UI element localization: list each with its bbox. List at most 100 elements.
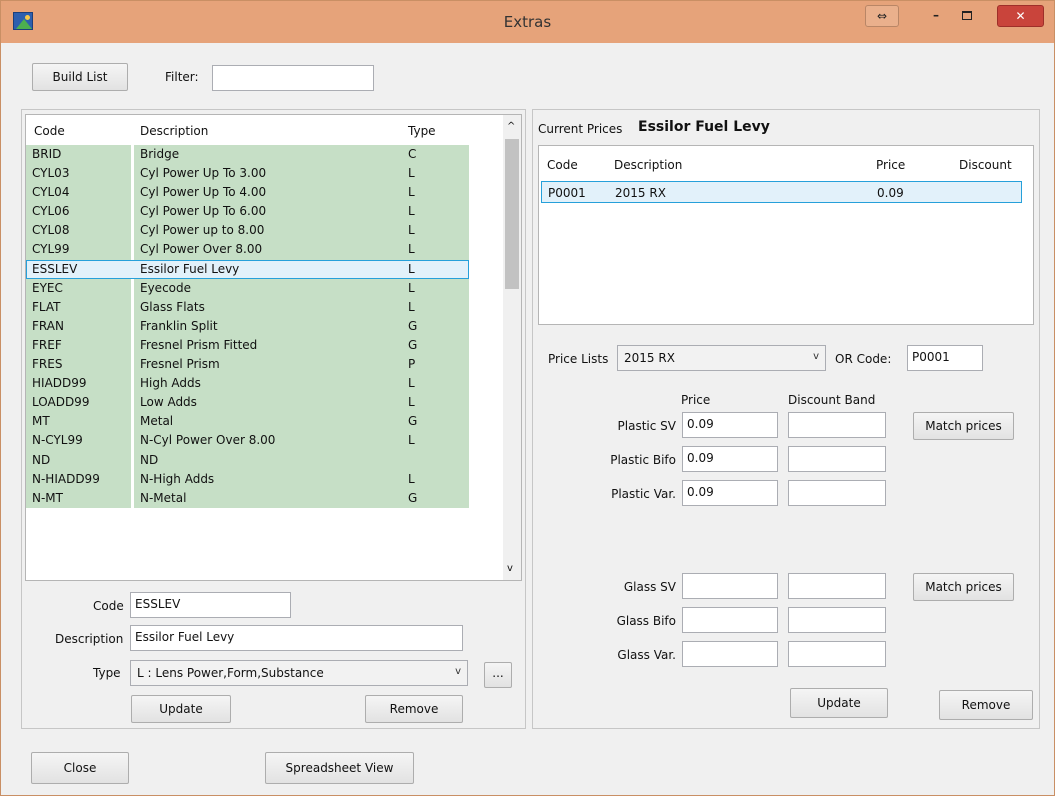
list-cell-description: Cyl Power Up To 6.00 [140,204,267,219]
list-item[interactable]: LOADD99 Low Adds L [26,393,504,413]
list-item[interactable]: CYL99 Cyl Power Over 8.00 L [26,240,504,260]
type-select[interactable]: L : Lens Power,Form,Substance v [130,660,468,686]
list-item[interactable]: FRES Fresnel Prism P [26,355,504,375]
chevron-down-icon: v [813,351,819,362]
plastic-discount-input[interactable] [788,446,886,472]
list-cell-type: G [408,490,418,505]
list-item[interactable]: CYL03 Cyl Power Up To 3.00 L [26,164,504,184]
grid-cell-code: P0001 [548,186,586,200]
list-cell-description: Metal [140,414,174,429]
match-prices-glass-button[interactable]: Match prices [913,573,1014,601]
list-header: Code Description Type [26,115,504,145]
current-prices-grid[interactable]: Code Description Price Discount P0001 20… [538,145,1034,325]
list-cell-code: CYL04 [32,185,70,200]
plastic-price-input[interactable]: 0.09 [682,480,778,506]
cell-background [388,374,469,394]
description-input[interactable]: Essilor Fuel Levy [130,625,463,651]
list-item[interactable]: MT Metal G [26,412,504,432]
cell-background [388,202,469,222]
filter-label: Filter: [165,70,199,84]
list-item[interactable]: N-CYL99 N-Cyl Power Over 8.00 L [26,431,504,451]
filter-input[interactable] [212,65,374,91]
spreadsheet-view-button[interactable]: Spreadsheet View [265,752,414,784]
cell-background [388,450,469,470]
grid-header-description[interactable]: Description [614,158,682,172]
scroll-thumb[interactable] [505,139,519,289]
list-item[interactable]: FRAN Franklin Split G [26,316,504,336]
list-cell-description: ND [140,452,159,467]
or-code-input[interactable]: P0001 [907,345,983,371]
grid-header-price[interactable]: Price [876,158,905,172]
maximize-button[interactable] [953,5,981,27]
list-item[interactable]: ESSLEV Essilor Fuel Levy L [26,259,504,279]
plastic-price-input[interactable]: 0.09 [682,446,778,472]
grid-row[interactable]: P0001 2015 RX 0.09 [541,181,1022,203]
list-cell-type: C [408,147,417,161]
cell-background [388,393,469,413]
or-code-label: OR Code: [835,352,892,366]
extras-list[interactable]: Code Description Type BRID Bridge C CYL03 Cy… [25,114,522,581]
plastic-discount-input[interactable] [788,412,886,438]
scroll-up-icon[interactable]: ^ [507,121,515,132]
cell-background [388,488,469,508]
list-cell-code: CYL06 [32,204,70,219]
list-item[interactable]: CYL04 Cyl Power Up To 4.00 L [26,183,504,203]
column-header-type[interactable]: Type [408,124,436,138]
scroll-down-icon[interactable]: v [507,563,513,574]
cell-background [388,335,469,356]
resize-icon[interactable]: ⇔ [865,5,899,27]
glass-price-input[interactable] [682,641,778,667]
list-cell-code: ESSLEV [32,261,78,276]
glass-row-label: Glass Bifo [616,614,676,628]
close-window-button[interactable]: ✕ [997,5,1044,27]
match-prices-plastic-button[interactable]: Match prices [913,412,1014,440]
build-list-button[interactable]: Build List [32,63,128,91]
column-header-description[interactable]: Description [140,124,208,138]
type-browse-button[interactable]: ... [484,662,512,688]
list-item[interactable]: EYEC Eyecode L [26,278,504,298]
list-update-button[interactable]: Update [131,695,231,723]
list-item[interactable]: CYL06 Cyl Power Up To 6.00 L [26,202,504,222]
list-cell-description: Low Adds [140,395,197,410]
list-cell-type: G [408,414,418,429]
price-remove-button[interactable]: Remove [939,690,1033,720]
grid-header-code[interactable]: Code [547,158,578,172]
price-update-button[interactable]: Update [790,688,888,718]
list-cell-description: Cyl Power Over 8.00 [140,242,263,257]
list-scrollbar[interactable]: ^ v [503,115,521,580]
minimize-button[interactable]: – [922,5,950,27]
list-cell-code: N-MT [32,490,63,505]
code-input[interactable]: ESSLEV [130,592,291,618]
list-cell-description: N-Cyl Power Over 8.00 [140,433,276,448]
price-list-select[interactable]: 2015 RX v [617,345,826,371]
list-item[interactable]: CYL08 Cyl Power up to 8.00 L [26,221,504,241]
plastic-price-input[interactable]: 0.09 [682,412,778,438]
list-item[interactable]: N-HIADD99 N-High Adds L [26,469,504,489]
cell-background [388,164,469,184]
title-bar[interactable]: Extras ⇔ – ✕ [1,1,1054,43]
list-cell-code: N-HIADD99 [32,471,100,486]
plastic-discount-input[interactable] [788,480,886,506]
cell-background [388,431,469,451]
list-item[interactable]: FLAT Glass Flats L [26,297,504,317]
close-button[interactable]: Close [31,752,129,784]
discount-band-label: Discount Band [788,393,876,407]
glass-price-input[interactable] [682,607,778,633]
list-cell-code: CYL03 [32,166,70,181]
column-header-code[interactable]: Code [34,124,65,138]
list-item[interactable]: BRID Bridge C [26,145,504,165]
list-item[interactable]: N-MT N-Metal G [26,488,504,508]
list-item[interactable]: FREF Fresnel Prism Fitted G [26,335,504,356]
glass-discount-input[interactable] [788,607,886,633]
list-cell-description: Glass Flats [140,299,205,314]
glass-discount-input[interactable] [788,641,886,667]
grid-header-discount[interactable]: Discount [959,158,1012,172]
list-item[interactable]: ND ND [26,450,504,470]
list-item[interactable]: HIADD99 High Adds L [26,374,504,394]
plastic-row-label: Plastic Var. [611,487,676,501]
list-remove-button[interactable]: Remove [365,695,463,723]
glass-discount-input[interactable] [788,573,886,599]
cell-background [388,412,469,432]
glass-price-input[interactable] [682,573,778,599]
cell-background [388,278,469,298]
